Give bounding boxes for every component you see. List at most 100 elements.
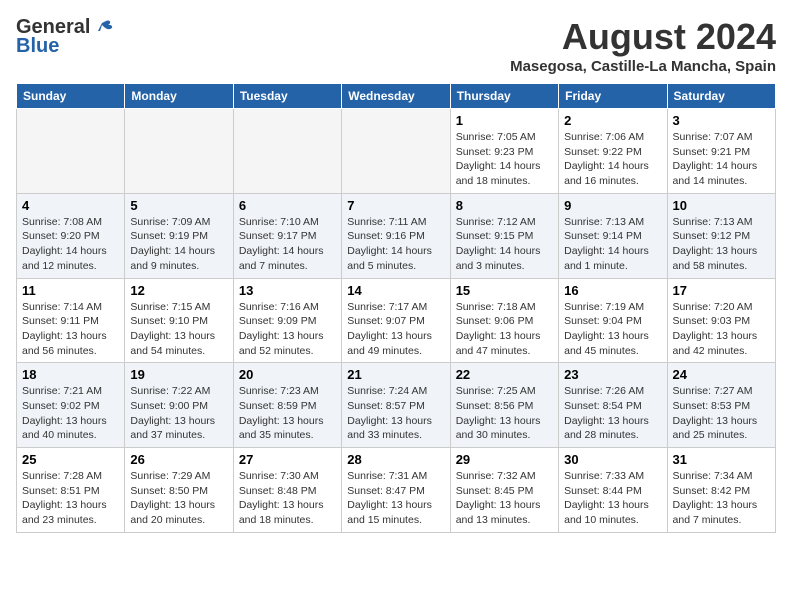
calendar-table: SundayMondayTuesdayWednesdayThursdayFrid…	[16, 83, 776, 533]
day-number: 13	[239, 283, 336, 298]
day-info: Sunrise: 7:19 AM Sunset: 9:04 PM Dayligh…	[564, 300, 661, 359]
day-info: Sunrise: 7:05 AM Sunset: 9:23 PM Dayligh…	[456, 130, 553, 189]
calendar-cell: 24 Sunrise: 7:27 AM Sunset: 8:53 PM Dayli…	[667, 363, 775, 448]
calendar-cell: 25 Sunrise: 7:28 AM Sunset: 8:51 PM Dayli…	[17, 448, 125, 533]
header-tuesday: Tuesday	[233, 84, 341, 109]
weekday-header-row: SundayMondayTuesdayWednesdayThursdayFrid…	[17, 84, 776, 109]
calendar-cell: 23 Sunrise: 7:26 AM Sunset: 8:54 PM Dayli…	[559, 363, 667, 448]
day-number: 29	[456, 452, 553, 467]
calendar-cell: 5 Sunrise: 7:09 AM Sunset: 9:19 PM Daylig…	[125, 193, 233, 278]
calendar-cell: 18Sunrise: 7:21 AM Sunset: 9:02 PM Dayli…	[17, 363, 125, 448]
day-number: 3	[673, 113, 770, 128]
day-info: Sunrise: 7:06 AM Sunset: 9:22 PM Dayligh…	[564, 130, 661, 189]
calendar-cell: 27 Sunrise: 7:30 AM Sunset: 8:48 PM Dayli…	[233, 448, 341, 533]
week-row-3: 11 Sunrise: 7:14 AM Sunset: 9:11 PM Dayli…	[17, 278, 776, 363]
day-info: Sunrise: 7:34 AM Sunset: 8:42 PM Dayligh…	[673, 469, 770, 528]
calendar-cell	[233, 109, 341, 194]
day-info: Sunrise: 7:27 AM Sunset: 8:53 PM Dayligh…	[673, 384, 770, 443]
day-info: Sunrise: 7:09 AM Sunset: 9:19 PM Dayligh…	[130, 215, 227, 274]
calendar-cell: 2 Sunrise: 7:06 AM Sunset: 9:22 PM Daylig…	[559, 109, 667, 194]
day-number: 23	[564, 367, 661, 382]
calendar-cell: 13 Sunrise: 7:16 AM Sunset: 9:09 PM Dayli…	[233, 278, 341, 363]
day-number: 25	[22, 452, 119, 467]
calendar-cell: 14 Sunrise: 7:17 AM Sunset: 9:07 PM Dayli…	[342, 278, 450, 363]
day-info: Sunrise: 7:12 AM Sunset: 9:15 PM Dayligh…	[456, 215, 553, 274]
header-saturday: Saturday	[667, 84, 775, 109]
calendar-cell: 15 Sunrise: 7:18 AM Sunset: 9:06 PM Dayli…	[450, 278, 558, 363]
day-number: 16	[564, 283, 661, 298]
header-wednesday: Wednesday	[342, 84, 450, 109]
day-number: 20	[239, 367, 336, 382]
calendar-cell: 3 Sunrise: 7:07 AM Sunset: 9:21 PM Daylig…	[667, 109, 775, 194]
calendar-cell: 8 Sunrise: 7:12 AM Sunset: 9:15 PM Daylig…	[450, 193, 558, 278]
calendar-cell	[17, 109, 125, 194]
day-number: 5	[130, 198, 227, 213]
day-info: Sunrise: 7:23 AM Sunset: 8:59 PM Dayligh…	[239, 384, 336, 443]
day-info: Sunrise: 7:16 AM Sunset: 9:09 PM Dayligh…	[239, 300, 336, 359]
day-number: 27	[239, 452, 336, 467]
day-info: Sunrise: 7:28 AM Sunset: 8:51 PM Dayligh…	[22, 469, 119, 528]
day-number: 10	[673, 198, 770, 213]
header-thursday: Thursday	[450, 84, 558, 109]
header-sunday: Sunday	[17, 84, 125, 109]
logo-text-blue: Blue	[16, 35, 59, 58]
day-info: Sunrise: 7:32 AM Sunset: 8:45 PM Dayligh…	[456, 469, 553, 528]
page-header: General Blue August 2024 Masegosa, Casti…	[16, 16, 776, 75]
day-info: Sunrise: 7:24 AM Sunset: 8:57 PM Dayligh…	[347, 384, 444, 443]
logo-bird-icon	[92, 17, 114, 39]
day-info: Sunrise: 7:13 AM Sunset: 9:14 PM Dayligh…	[564, 215, 661, 274]
calendar-cell: 17 Sunrise: 7:20 AM Sunset: 9:03 PM Dayli…	[667, 278, 775, 363]
day-info: Sunrise: 7:30 AM Sunset: 8:48 PM Dayligh…	[239, 469, 336, 528]
day-info: Sunrise: 7:07 AM Sunset: 9:21 PM Dayligh…	[673, 130, 770, 189]
calendar-cell: 6Sunrise: 7:10 AM Sunset: 9:17 PM Daylig…	[233, 193, 341, 278]
day-number: 14	[347, 283, 444, 298]
day-info: Sunrise: 7:11 AM Sunset: 9:16 PM Dayligh…	[347, 215, 444, 274]
day-number: 28	[347, 452, 444, 467]
day-number: 1	[456, 113, 553, 128]
day-number: 8	[456, 198, 553, 213]
day-number: 19	[130, 367, 227, 382]
week-row-1: 1 Sunrise: 7:05 AM Sunset: 9:23 PM Daylig…	[17, 109, 776, 194]
day-number: 4	[22, 198, 119, 213]
calendar-cell: 19 Sunrise: 7:22 AM Sunset: 9:00 PM Dayli…	[125, 363, 233, 448]
calendar-cell: 30Sunrise: 7:33 AM Sunset: 8:44 PM Dayli…	[559, 448, 667, 533]
title-area: August 2024 Masegosa, Castille-La Mancha…	[510, 16, 776, 75]
calendar-cell: 4 Sunrise: 7:08 AM Sunset: 9:20 PM Daylig…	[17, 193, 125, 278]
day-info: Sunrise: 7:31 AM Sunset: 8:47 PM Dayligh…	[347, 469, 444, 528]
day-info: Sunrise: 7:08 AM Sunset: 9:20 PM Dayligh…	[22, 215, 119, 274]
day-number: 7	[347, 198, 444, 213]
week-row-2: 4 Sunrise: 7:08 AM Sunset: 9:20 PM Daylig…	[17, 193, 776, 278]
day-number: 17	[673, 283, 770, 298]
day-number: 12	[130, 283, 227, 298]
calendar-cell: 1 Sunrise: 7:05 AM Sunset: 9:23 PM Daylig…	[450, 109, 558, 194]
day-number: 9	[564, 198, 661, 213]
day-info: Sunrise: 7:33 AM Sunset: 8:44 PM Dayligh…	[564, 469, 661, 528]
day-number: 11	[22, 283, 119, 298]
day-info: Sunrise: 7:20 AM Sunset: 9:03 PM Dayligh…	[673, 300, 770, 359]
day-info: Sunrise: 7:29 AM Sunset: 8:50 PM Dayligh…	[130, 469, 227, 528]
day-number: 24	[673, 367, 770, 382]
calendar-cell: 9 Sunrise: 7:13 AM Sunset: 9:14 PM Daylig…	[559, 193, 667, 278]
header-friday: Friday	[559, 84, 667, 109]
week-row-4: 18Sunrise: 7:21 AM Sunset: 9:02 PM Dayli…	[17, 363, 776, 448]
day-info: Sunrise: 7:14 AM Sunset: 9:11 PM Dayligh…	[22, 300, 119, 359]
month-year-title: August 2024	[510, 16, 776, 58]
day-info: Sunrise: 7:18 AM Sunset: 9:06 PM Dayligh…	[456, 300, 553, 359]
day-info: Sunrise: 7:21 AM Sunset: 9:02 PM Dayligh…	[22, 384, 119, 443]
day-number: 6	[239, 198, 336, 213]
day-number: 15	[456, 283, 553, 298]
day-number: 2	[564, 113, 661, 128]
calendar-cell: 26Sunrise: 7:29 AM Sunset: 8:50 PM Dayli…	[125, 448, 233, 533]
day-info: Sunrise: 7:17 AM Sunset: 9:07 PM Dayligh…	[347, 300, 444, 359]
day-info: Sunrise: 7:22 AM Sunset: 9:00 PM Dayligh…	[130, 384, 227, 443]
calendar-cell: 10 Sunrise: 7:13 AM Sunset: 9:12 PM Dayli…	[667, 193, 775, 278]
header-monday: Monday	[125, 84, 233, 109]
day-info: Sunrise: 7:26 AM Sunset: 8:54 PM Dayligh…	[564, 384, 661, 443]
calendar-cell: 28 Sunrise: 7:31 AM Sunset: 8:47 PM Dayli…	[342, 448, 450, 533]
calendar-cell: 22Sunrise: 7:25 AM Sunset: 8:56 PM Dayli…	[450, 363, 558, 448]
location-subtitle: Masegosa, Castille-La Mancha, Spain	[510, 58, 776, 75]
calendar-cell: 7 Sunrise: 7:11 AM Sunset: 9:16 PM Daylig…	[342, 193, 450, 278]
week-row-5: 25 Sunrise: 7:28 AM Sunset: 8:51 PM Dayli…	[17, 448, 776, 533]
day-info: Sunrise: 7:13 AM Sunset: 9:12 PM Dayligh…	[673, 215, 770, 274]
calendar-cell: 11 Sunrise: 7:14 AM Sunset: 9:11 PM Dayli…	[17, 278, 125, 363]
